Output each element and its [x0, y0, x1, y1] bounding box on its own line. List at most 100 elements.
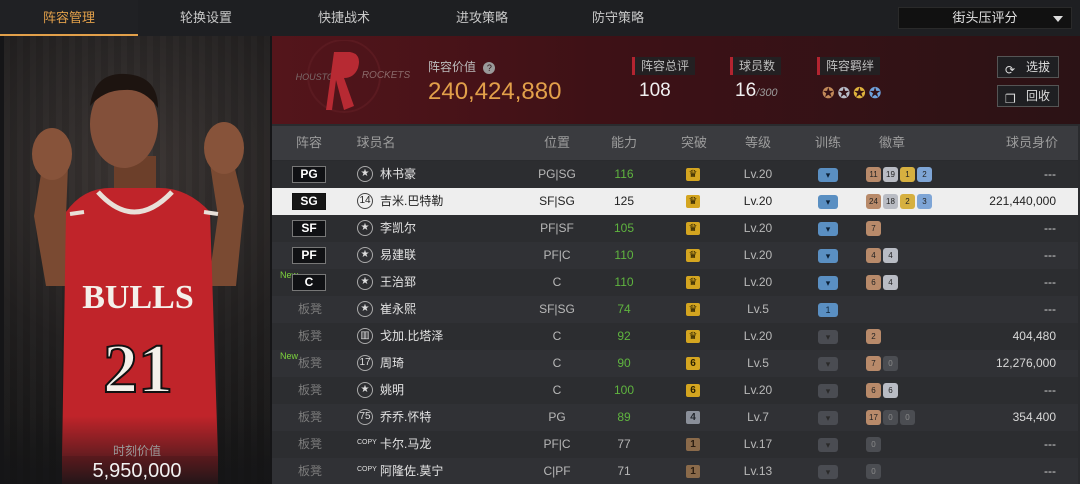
slot-position-badge[interactable]: PF — [292, 247, 326, 264]
slot-position-badge[interactable]: PG — [292, 166, 326, 183]
slot-position-badge[interactable]: SF — [292, 220, 326, 237]
slot-position-badge[interactable]: SG — [292, 193, 326, 210]
breakthrough-icon[interactable]: 1 — [686, 465, 700, 478]
player-name[interactable]: 乔乔.怀特 — [380, 404, 431, 431]
player-card-type-icon: ★ — [357, 274, 373, 290]
badge-list[interactable]: 2 — [866, 329, 883, 345]
breakthrough-icon[interactable]: 6 — [686, 384, 700, 397]
badge-list[interactable]: 7 — [866, 221, 883, 237]
featured-player-panel: BULLS 21 时刻价值 5,950,000 — [4, 36, 270, 484]
training-icon[interactable]: ▾ — [818, 465, 838, 479]
training-icon[interactable]: 1 — [818, 303, 838, 317]
player-row[interactable]: 板凳 ▥ 戈加.比塔泽 C 92 ♛ Lv.20 ▾ 2 404,480 — [272, 323, 1078, 350]
training-icon[interactable]: ▾ — [818, 195, 838, 209]
tab-offense-strategy[interactable]: 进攻策略 — [414, 0, 550, 36]
player-card-type-icon: ▥ — [357, 328, 373, 344]
breakthrough-icon[interactable]: ♛ — [686, 168, 700, 181]
training-icon[interactable]: ▾ — [818, 222, 838, 236]
player-name[interactable]: 戈加.比塔泽 — [380, 323, 443, 350]
col-price[interactable]: 球员身价 — [992, 126, 1072, 160]
breakthrough-icon[interactable]: 4 — [686, 411, 700, 424]
copy-icon: ❐ — [1005, 92, 1016, 106]
chemistry-gold-icon[interactable]: ✪ — [853, 85, 869, 102]
badge-list[interactable]: 17 0 0 — [866, 410, 917, 426]
col-training[interactable]: 训练 — [798, 126, 858, 160]
player-row[interactable]: 板凳 COPY 阿隆佐.莫宁 C|PF 71 1 Lv.13 ▾ 0 --- — [272, 458, 1078, 484]
col-badges[interactable]: 徽章 — [862, 126, 922, 160]
player-row[interactable]: New 板凳 17 周琦 C 90 6 Lv.5 ▾ 7 0 12,276,000 — [272, 350, 1078, 377]
player-name[interactable]: 李凯尔 — [380, 215, 416, 242]
breakthrough-icon[interactable]: ♛ — [686, 303, 700, 316]
chemistry-blue-icon[interactable]: ✪ — [869, 85, 885, 102]
player-row[interactable]: PG ★ 林书豪 PG|SG 116 ♛ Lv.20 ▾ 11 19 1 2 --- — [272, 161, 1078, 188]
col-position[interactable]: 位置 — [527, 126, 587, 160]
player-name[interactable]: 易建联 — [380, 242, 416, 269]
tab-lineup-management[interactable]: 阵容管理 — [0, 0, 138, 36]
select-button[interactable]: ⟳ 选拔 — [997, 56, 1059, 78]
player-ability: 116 — [614, 167, 634, 181]
player-row[interactable]: 板凳 COPY 卡尔.马龙 PF|C 77 1 Lv.17 ▾ 0 --- — [272, 431, 1078, 458]
player-row[interactable]: 板凳 ★ 姚明 C 100 6 Lv.20 ▾ 6 6 --- — [272, 377, 1078, 404]
col-ability[interactable]: 能力 — [597, 126, 651, 160]
bench-slot-label: 板凳 — [298, 329, 323, 343]
tab-rotation-settings[interactable]: 轮换设置 — [138, 0, 274, 36]
training-icon[interactable]: ▾ — [818, 411, 838, 425]
tab-quick-tactics[interactable]: 快捷战术 — [274, 0, 414, 36]
breakthrough-icon[interactable]: ♛ — [686, 249, 700, 262]
slot-position-badge[interactable]: C — [292, 274, 326, 291]
col-breakthrough[interactable]: 突破 — [664, 126, 724, 160]
player-row[interactable]: SF ★ 李凯尔 PF|SF 105 ♛ Lv.20 ▾ 7 --- — [272, 215, 1078, 242]
breakthrough-icon[interactable]: ♛ — [686, 276, 700, 289]
player-name[interactable]: 林书豪 — [380, 161, 416, 188]
player-row[interactable]: New C ★ 王治郅 C 110 ♛ Lv.20 ▾ 6 4 --- — [272, 269, 1078, 296]
chemistry-icons[interactable]: ✪✪✪✪ — [822, 84, 884, 102]
badge-list[interactable]: 66 — [866, 383, 900, 399]
rockets-logo: HOUSTON ROCKETS — [296, 40, 410, 113]
player-position: C — [552, 329, 562, 343]
training-icon[interactable]: ▾ — [818, 168, 838, 182]
badge-list[interactable]: 44 — [866, 248, 900, 264]
player-row[interactable]: PF ★ 易建联 PF|C 110 ♛ Lv.20 ▾ 4 4 --- — [272, 242, 1078, 269]
tab-defense-strategy[interactable]: 防守策略 — [550, 0, 686, 36]
player-position: C|PF — [543, 464, 571, 478]
recycle-button[interactable]: ❐ 回收 — [997, 85, 1059, 107]
training-icon[interactable]: ▾ — [818, 249, 838, 263]
training-icon[interactable]: ▾ — [818, 357, 838, 371]
badge-list[interactable]: 11 19 1 2 — [866, 167, 934, 183]
breakthrough-icon[interactable]: 1 — [686, 438, 700, 451]
chemistry-silver-icon[interactable]: ✪ — [838, 85, 854, 102]
breakthrough-icon[interactable]: ♛ — [686, 195, 700, 208]
player-row[interactable]: 板凳 ★ 崔永熙 SF|SG 74 ♛ Lv.5 1 --- — [272, 296, 1078, 323]
breakthrough-icon[interactable]: ♛ — [686, 222, 700, 235]
player-ability: 71 — [617, 464, 631, 478]
player-row[interactable]: 板凳 75 乔乔.怀特 PG 89 4 Lv.7 ▾ 17 0 0 354,400 — [272, 404, 1078, 431]
badge-list[interactable]: 0 — [866, 464, 883, 480]
player-name[interactable]: 阿隆佐.莫宁 — [380, 458, 443, 484]
training-icon[interactable]: ▾ — [818, 330, 838, 344]
col-level[interactable]: 等级 — [728, 126, 788, 160]
rating-mode-dropdown[interactable]: 街头压评分 — [898, 7, 1072, 29]
player-card-type-icon: 75 — [357, 409, 373, 425]
training-icon[interactable]: ▾ — [818, 276, 838, 290]
player-name[interactable]: 吉米.巴特勒 — [380, 188, 443, 215]
badge-list[interactable]: 0 — [866, 437, 883, 453]
col-name[interactable]: 球员名 — [354, 126, 398, 160]
badge-list[interactable]: 24 18 2 3 — [866, 194, 934, 210]
player-row[interactable]: SG 14 吉米.巴特勒 SF|SG 125 ♛ Lv.20 ▾ 24 18 2 3 221,440,0… — [272, 188, 1078, 215]
player-name[interactable]: 崔永熙 — [380, 296, 416, 323]
player-name[interactable]: 王治郅 — [380, 269, 416, 296]
breakthrough-icon[interactable]: ♛ — [686, 330, 700, 343]
col-slot[interactable]: 阵容 — [284, 126, 334, 160]
lineup-value-label: 阵容价值 ? — [428, 58, 496, 75]
player-name[interactable]: 卡尔.马龙 — [380, 431, 431, 458]
player-name[interactable]: 姚明 — [380, 377, 404, 404]
help-icon[interactable]: ? — [483, 62, 496, 74]
training-icon[interactable]: ▾ — [818, 438, 838, 452]
chemistry-bronze-icon[interactable]: ✪ — [822, 85, 838, 102]
training-icon[interactable]: ▾ — [818, 384, 838, 398]
badge-list[interactable]: 64 — [866, 275, 900, 291]
player-name[interactable]: 周琦 — [380, 350, 404, 377]
breakthrough-icon[interactable]: 6 — [686, 357, 700, 370]
badge-icon: 3 — [917, 194, 932, 209]
badge-list[interactable]: 70 — [866, 356, 900, 372]
